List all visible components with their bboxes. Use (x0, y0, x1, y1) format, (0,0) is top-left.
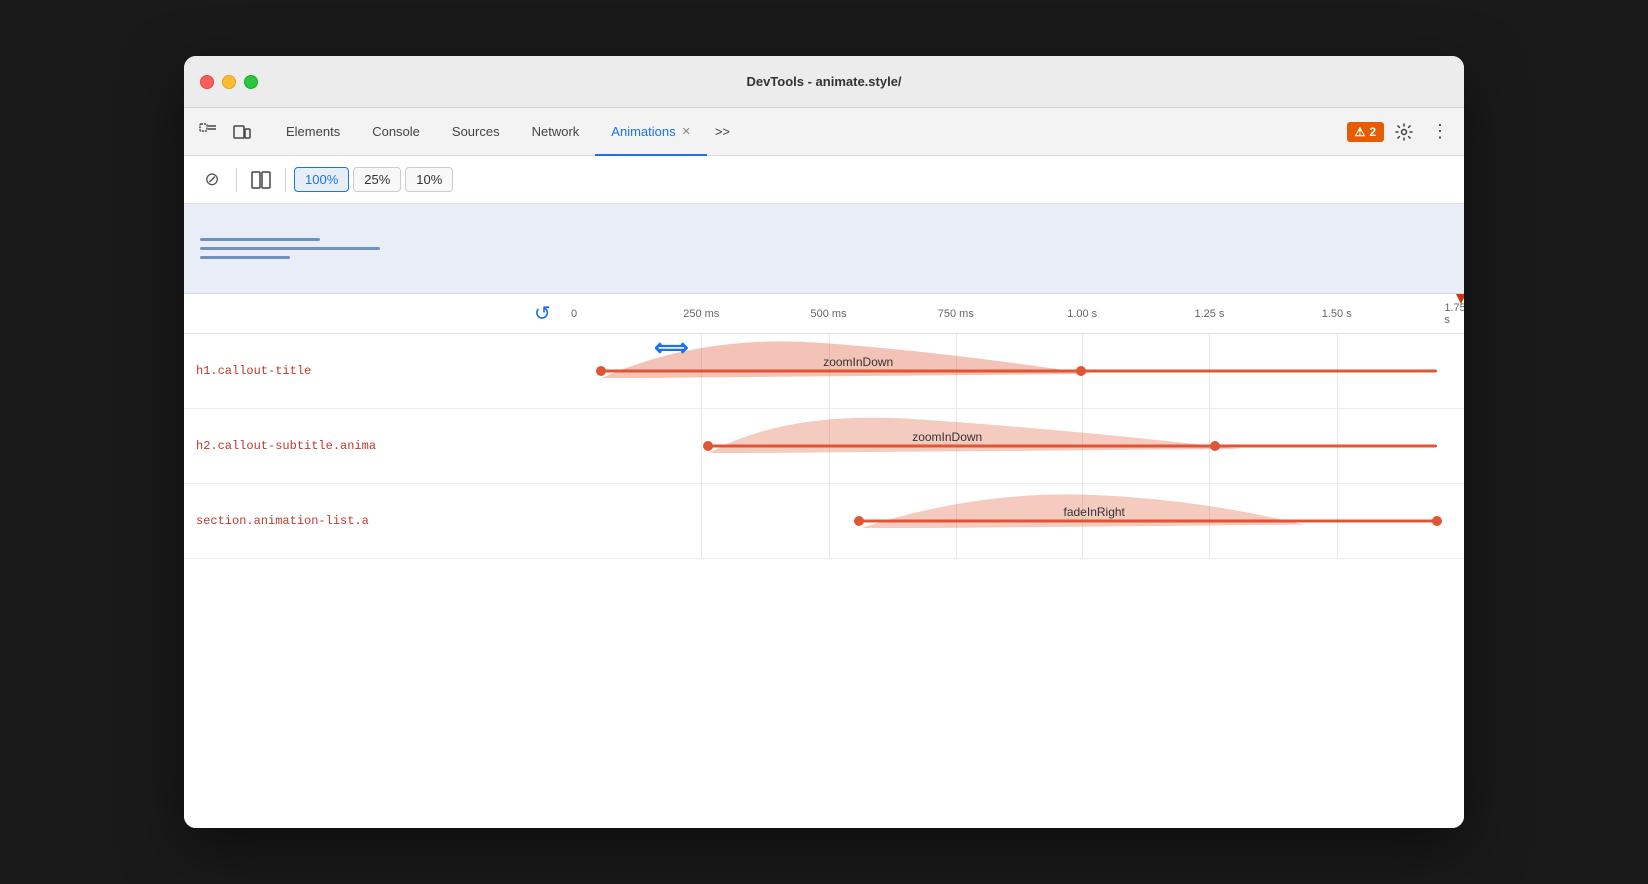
ruler-label-1750: 1.75 s (1444, 302, 1464, 326)
anim-dot-delay[interactable] (1210, 441, 1220, 451)
replay-button[interactable]: ↺ (534, 301, 551, 326)
tab-bar: Elements Console Sources Network Animati… (184, 108, 1464, 156)
speed-100-button[interactable]: 100% (294, 167, 349, 192)
preview-lines (200, 238, 380, 259)
anim-dot-start[interactable] (854, 516, 864, 526)
preview-line-1 (200, 238, 320, 241)
tab-sources[interactable]: Sources (436, 108, 516, 156)
preview-line-3 (200, 256, 290, 259)
tab-bar-right: ⚠ 2 ⋮ (1347, 116, 1456, 148)
tab-bar-icons (192, 116, 258, 148)
warning-icon: ⚠ (1355, 125, 1366, 139)
title-bar: DevTools - animate.style/ (184, 56, 1464, 108)
speed-10-button[interactable]: 10% (405, 167, 453, 192)
pause-animations-button[interactable]: ⊘ (196, 164, 228, 196)
tab-console[interactable]: Console (356, 108, 436, 156)
anim-dot-delay[interactable] (1076, 366, 1086, 376)
close-button[interactable] (200, 75, 214, 89)
animation-preview (184, 204, 1464, 294)
ruler-label-1000: 1.00 s (1067, 308, 1097, 320)
anim-name-label: fadeInRight (1064, 505, 1125, 519)
animation-row: section.animation-list.a (184, 484, 1464, 559)
tab-network[interactable]: Network (516, 108, 596, 156)
maximize-button[interactable] (244, 75, 258, 89)
tab-overflow-button[interactable]: >> (707, 108, 738, 156)
timeline-container: ↺ 0 250 ms 500 ms 750 ms 1.00 s 1.25 s 1… (184, 294, 1464, 828)
window-title: DevTools - animate.style/ (746, 74, 901, 89)
anim-dot-start[interactable] (703, 441, 713, 451)
ruler-label-1500: 1.50 s (1322, 308, 1352, 320)
close-tab-icon[interactable]: ✕ (682, 125, 691, 138)
ruler-label-1250: 1.25 s (1194, 308, 1224, 320)
animation-row: h1.callout-title (184, 334, 1464, 409)
playhead-marker (1454, 294, 1464, 304)
tab-elements[interactable]: Elements (270, 108, 356, 156)
device-toggle-button[interactable] (226, 116, 258, 148)
anim-name-label: zoomInDown (823, 355, 893, 369)
more-options-button[interactable]: ⋮ (1424, 116, 1456, 148)
animation-rows[interactable]: h1.callout-title (184, 334, 1464, 828)
warning-badge[interactable]: ⚠ 2 (1347, 122, 1384, 142)
speed-25-button[interactable]: 25% (353, 167, 401, 192)
toolbar-separator (236, 168, 237, 192)
settings-button[interactable] (1388, 116, 1420, 148)
minimize-button[interactable] (222, 75, 236, 89)
scrubbing-button[interactable] (245, 164, 277, 196)
anim-track[interactable]: zoomInDown (574, 409, 1464, 483)
toolbar-separator-2 (285, 168, 286, 192)
anim-selector-label[interactable]: h1.callout-title (184, 364, 574, 378)
anim-selector-label[interactable]: h2.callout-subtitle.anima (184, 439, 574, 453)
animation-row: h2.callout-subtitle.anima (184, 409, 1464, 484)
devtools-body: Elements Console Sources Network Animati… (184, 108, 1464, 828)
anim-dot-end[interactable] (1432, 516, 1442, 526)
tab-animations[interactable]: Animations ✕ (595, 108, 707, 156)
ruler-ticks: 0 250 ms 500 ms 750 ms 1.00 s 1.25 s 1.5… (574, 294, 1464, 333)
devtools-window: DevTools - animate.style/ (184, 56, 1464, 828)
ruler-label-500: 500 ms (810, 308, 846, 320)
ruler-label-750: 750 ms (938, 308, 974, 320)
ruler-label-250: 250 ms (683, 308, 719, 320)
anim-bar (859, 520, 1438, 523)
animation-toolbar: ⊘ 100% 25% 10% (184, 156, 1464, 204)
anim-track[interactable]: ⟺ zoomInDown (574, 334, 1464, 408)
preview-line-2 (200, 247, 380, 250)
inspect-element-button[interactable] (192, 116, 224, 148)
anim-selector-label[interactable]: section.animation-list.a (184, 514, 574, 528)
anim-track[interactable]: fadeInRight (574, 484, 1464, 558)
drag-arrow-icon[interactable]: ⟺ (654, 334, 688, 362)
anim-bar (601, 370, 1438, 373)
anim-dot-start[interactable] (596, 366, 606, 376)
time-ruler: ↺ 0 250 ms 500 ms 750 ms 1.00 s 1.25 s 1… (184, 294, 1464, 334)
ruler-label-0: 0 (571, 308, 577, 320)
anim-name-label: zoomInDown (912, 430, 982, 444)
traffic-lights (200, 75, 258, 89)
anim-bar (708, 445, 1438, 448)
